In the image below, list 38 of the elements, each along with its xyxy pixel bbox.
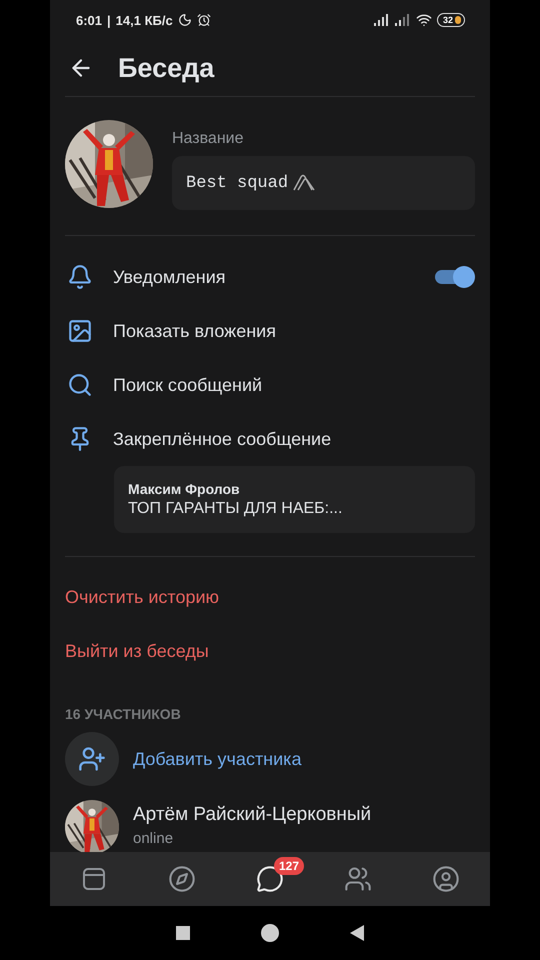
unread-badge: 127 [274, 857, 304, 875]
field-label: Название [172, 130, 244, 148]
menu-item[interactable]: Закреплённое сообщение [113, 428, 475, 450]
network-speed: 14,1 КБ/с [116, 12, 173, 28]
member-name[interactable]: Артём Райский-Церковный [133, 804, 372, 826]
square-icon [176, 926, 190, 940]
search-icon [67, 372, 93, 398]
clock: 6:01 [76, 12, 102, 28]
separator: | [107, 12, 111, 28]
compass-icon [168, 865, 196, 893]
menu-item[interactable]: Показать вложения [113, 320, 475, 342]
page-title: Беседа [118, 52, 214, 84]
section-heading: 16 УЧАСТНИКОВ [65, 705, 182, 724]
name-field[interactable]: Best squad [172, 156, 475, 210]
profile-icon [432, 865, 460, 893]
add-member-link[interactable]: Добавить участника [133, 748, 302, 770]
image-icon [67, 318, 93, 344]
back-nav-button[interactable] [350, 925, 364, 941]
alarm-icon [196, 13, 211, 27]
wifi-icon [416, 12, 432, 28]
message-author: Максим Фролов [128, 481, 241, 497]
people-icon [344, 865, 372, 893]
signal-icon [374, 14, 390, 26]
moon-icon [178, 13, 192, 27]
circle-icon [260, 923, 280, 943]
newsfeed-icon [80, 865, 108, 893]
message-preview: ТОП ГАРАНТЫ ДЛЯ НАЕБ:... [128, 500, 344, 518]
bell-icon [67, 264, 93, 290]
pinned-message-card[interactable]: Максим Фролов ТОП ГАРАНТЫ ДЛЯ НАЕБ:... [114, 466, 475, 533]
home-button[interactable] [260, 923, 280, 943]
danger-action[interactable]: Очистить историю [65, 586, 220, 608]
danger-action[interactable]: Выйти из беседы [65, 640, 209, 662]
triangle-icon [350, 925, 364, 941]
member-status: online [133, 830, 174, 847]
battery-icon: 32 [436, 13, 465, 27]
menu-item[interactable]: Уведомления [113, 266, 415, 288]
menu-item[interactable]: Поиск сообщений [113, 374, 475, 396]
signal-icon [394, 14, 411, 26]
